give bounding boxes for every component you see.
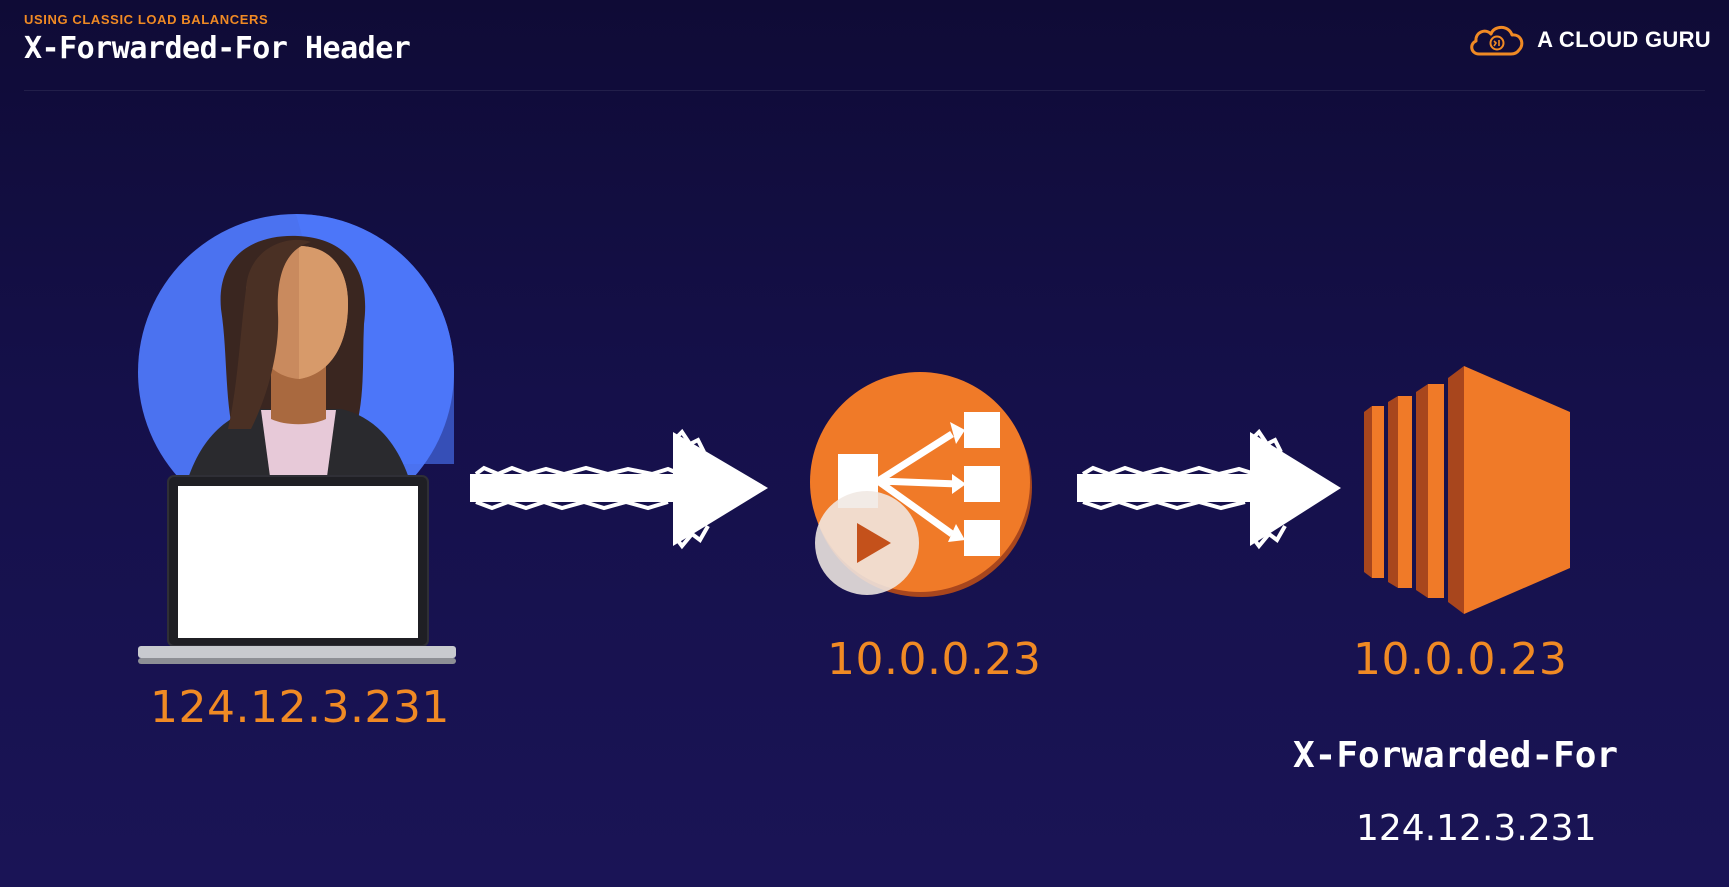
brand-logo: A CLOUD GURU — [1467, 22, 1711, 58]
xff-header-value: 124.12.3.231 — [1356, 808, 1597, 849]
user-with-laptop-icon — [138, 214, 456, 664]
header-divider — [24, 90, 1705, 91]
cloud-logo-icon — [1470, 25, 1524, 56]
load-balancer-ip-label: 10.0.0.23 — [827, 634, 1042, 685]
brand-name: A CLOUD GURU — [1537, 27, 1711, 52]
slide-title: X-Forwarded-For Header — [24, 31, 411, 66]
arrow-right-icon — [470, 428, 768, 550]
play-icon — [857, 523, 891, 563]
slide-subtitle: USING CLASSIC LOAD BALANCERS — [24, 12, 269, 27]
play-button[interactable] — [815, 491, 919, 595]
xff-header-name: X-Forwarded-For — [1293, 735, 1619, 776]
instance-ip-label: 10.0.0.23 — [1353, 634, 1568, 685]
arrow-right-icon — [1077, 428, 1341, 550]
slide-header: USING CLASSIC LOAD BALANCERS X-Forwarded… — [24, 12, 411, 66]
client-ip-label: 124.12.3.231 — [150, 682, 450, 733]
ec2-instance-icon — [1364, 366, 1570, 614]
